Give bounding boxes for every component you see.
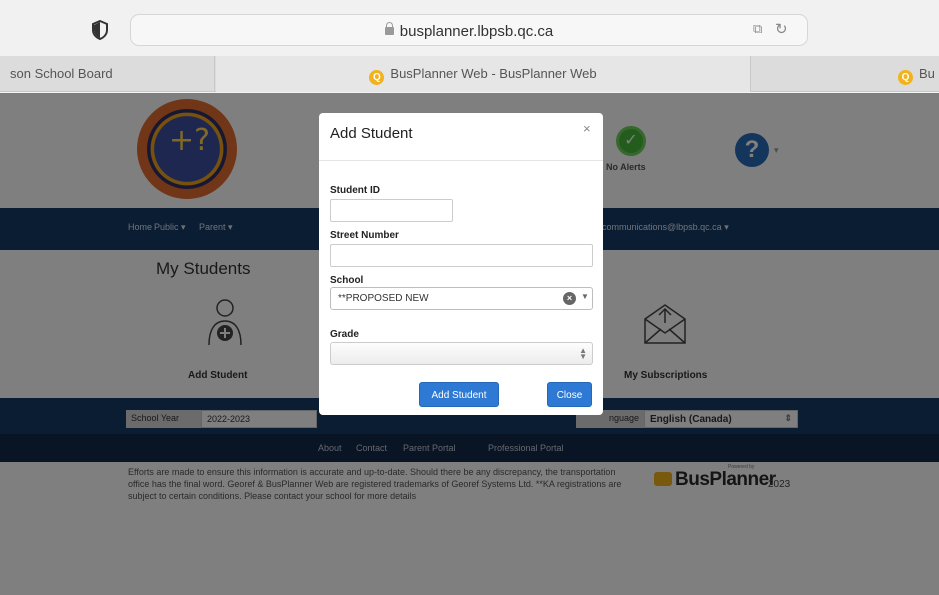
street-number-input[interactable] (330, 244, 593, 267)
student-id-label: Student ID (330, 185, 380, 196)
translate-icon[interactable]: ⧉ (753, 21, 762, 37)
close-icon[interactable]: × (583, 121, 591, 136)
tab-strip: son School Board Q BusPlanner Web - BusPl… (0, 56, 939, 92)
url-text: busplanner.lbpsb.qc.ca (131, 22, 807, 40)
modal-title: Add Student (330, 125, 413, 142)
add-student-button[interactable]: Add Student (419, 382, 499, 407)
clear-icon[interactable]: × (563, 292, 576, 305)
add-student-modal: Add Student × Student ID Street Number S… (319, 113, 603, 415)
school-selected-value: **PROPOSED NEW (338, 293, 429, 304)
shield-icon[interactable] (91, 20, 109, 40)
school-select[interactable]: **PROPOSED NEW × ▼ (330, 287, 593, 310)
lock-icon (384, 22, 394, 35)
address-bar[interactable]: busplanner.lbpsb.qc.ca (130, 14, 808, 46)
tab-school-board[interactable]: son School Board (0, 56, 215, 92)
reload-icon[interactable]: ↻ (775, 20, 788, 38)
chevron-down-icon[interactable]: ▼ (581, 292, 589, 301)
street-number-label: Street Number (330, 230, 399, 241)
close-button[interactable]: Close (547, 382, 592, 407)
busplanner-favicon-icon: Q (898, 70, 913, 85)
tab-busplanner[interactable]: Q BusPlanner Web - BusPlanner Web (216, 56, 751, 92)
grade-label: Grade (330, 329, 359, 340)
select-arrows-icon: ▲ ▼ (579, 346, 587, 361)
grade-select[interactable]: ▲ ▼ (330, 342, 593, 365)
busplanner-favicon-icon: Q (369, 70, 385, 85)
tab-busplanner-2[interactable]: Q Bu (752, 56, 939, 92)
browser-toolbar: busplanner.lbpsb.qc.ca ⧉ ↻ (0, 0, 939, 56)
student-id-input[interactable] (330, 199, 453, 222)
modal-divider (319, 160, 603, 161)
school-label: School (330, 275, 364, 286)
